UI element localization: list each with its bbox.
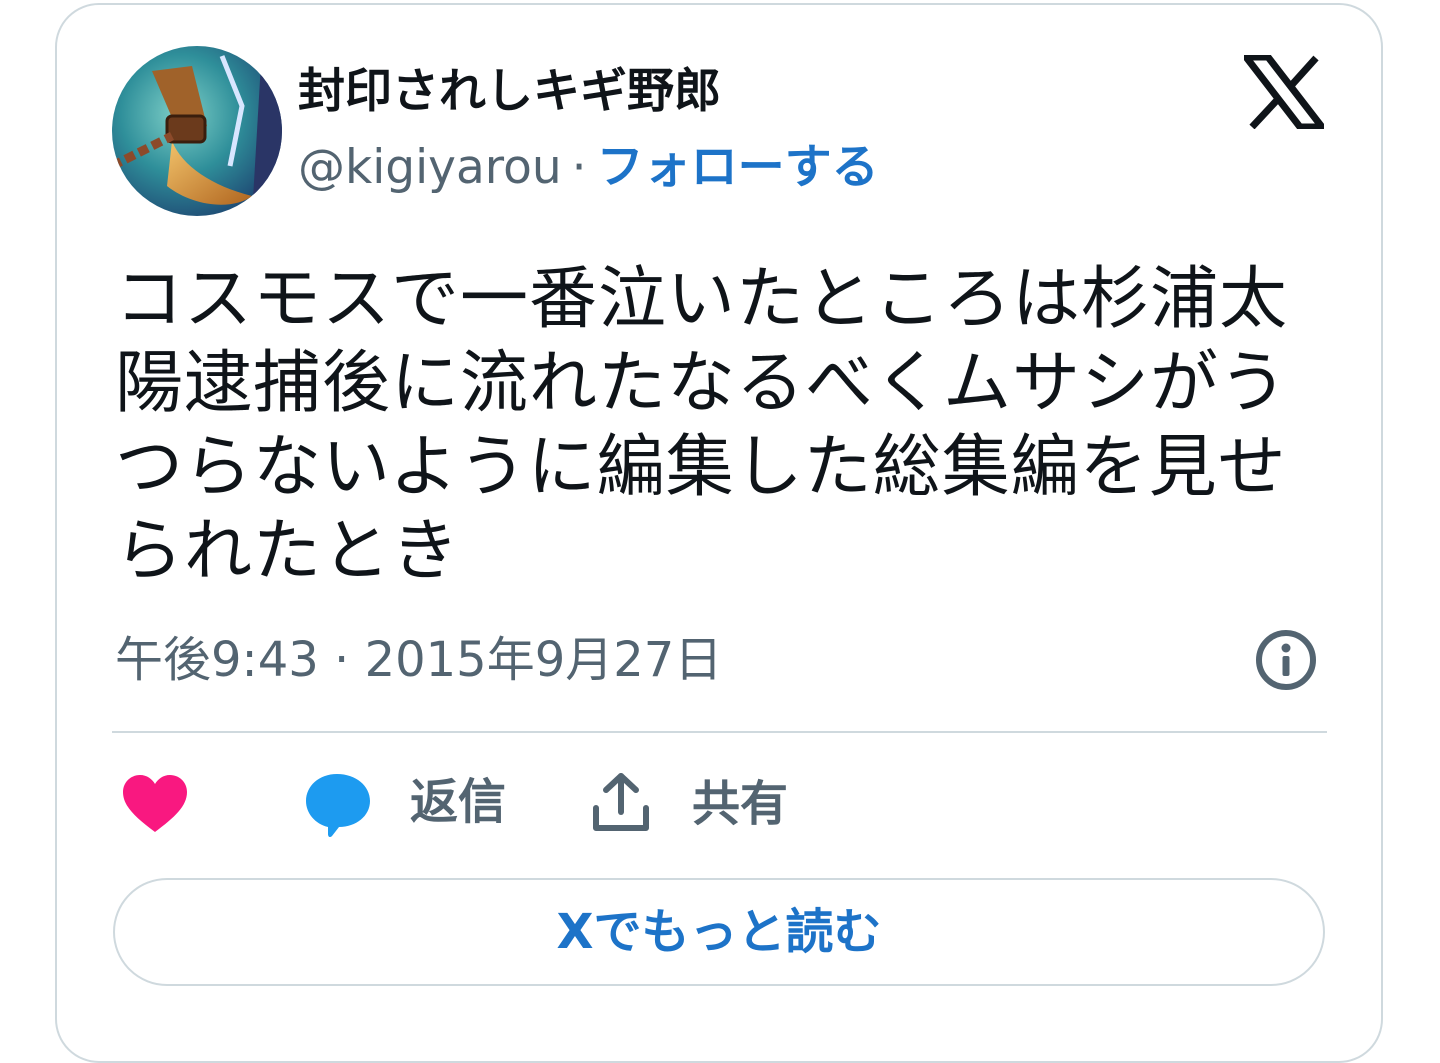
heart-icon[interactable] [120, 772, 190, 836]
info-icon[interactable] [1254, 628, 1318, 692]
tweet-text: コスモスで一番泣いたところは杉浦太陽逮捕後に流れたなるべくムサシがうつらないよう… [115, 260, 1289, 591]
follow-button[interactable]: フォローする [597, 140, 879, 195]
avatar[interactable] [112, 46, 282, 216]
separator-dot: · [571, 140, 587, 195]
display-name[interactable]: 封印されしキギ野郎 [298, 62, 721, 122]
share-upload-icon [593, 773, 649, 831]
share-label: 共有 [692, 776, 789, 832]
divider [112, 731, 1327, 733]
x-logo-icon[interactable] [1244, 55, 1324, 129]
speech-bubble-icon [306, 774, 370, 838]
reply-label: 返信 [410, 774, 507, 830]
handle-row: @kigiyarou · フォローする [298, 138, 879, 198]
tweet-timestamp[interactable]: 午後9:43 · 2015年9月27日 [115, 630, 722, 690]
read-more-on-x-button[interactable]: Xでもっと読む [113, 878, 1325, 986]
user-handle[interactable]: @kigiyarou [298, 140, 562, 195]
